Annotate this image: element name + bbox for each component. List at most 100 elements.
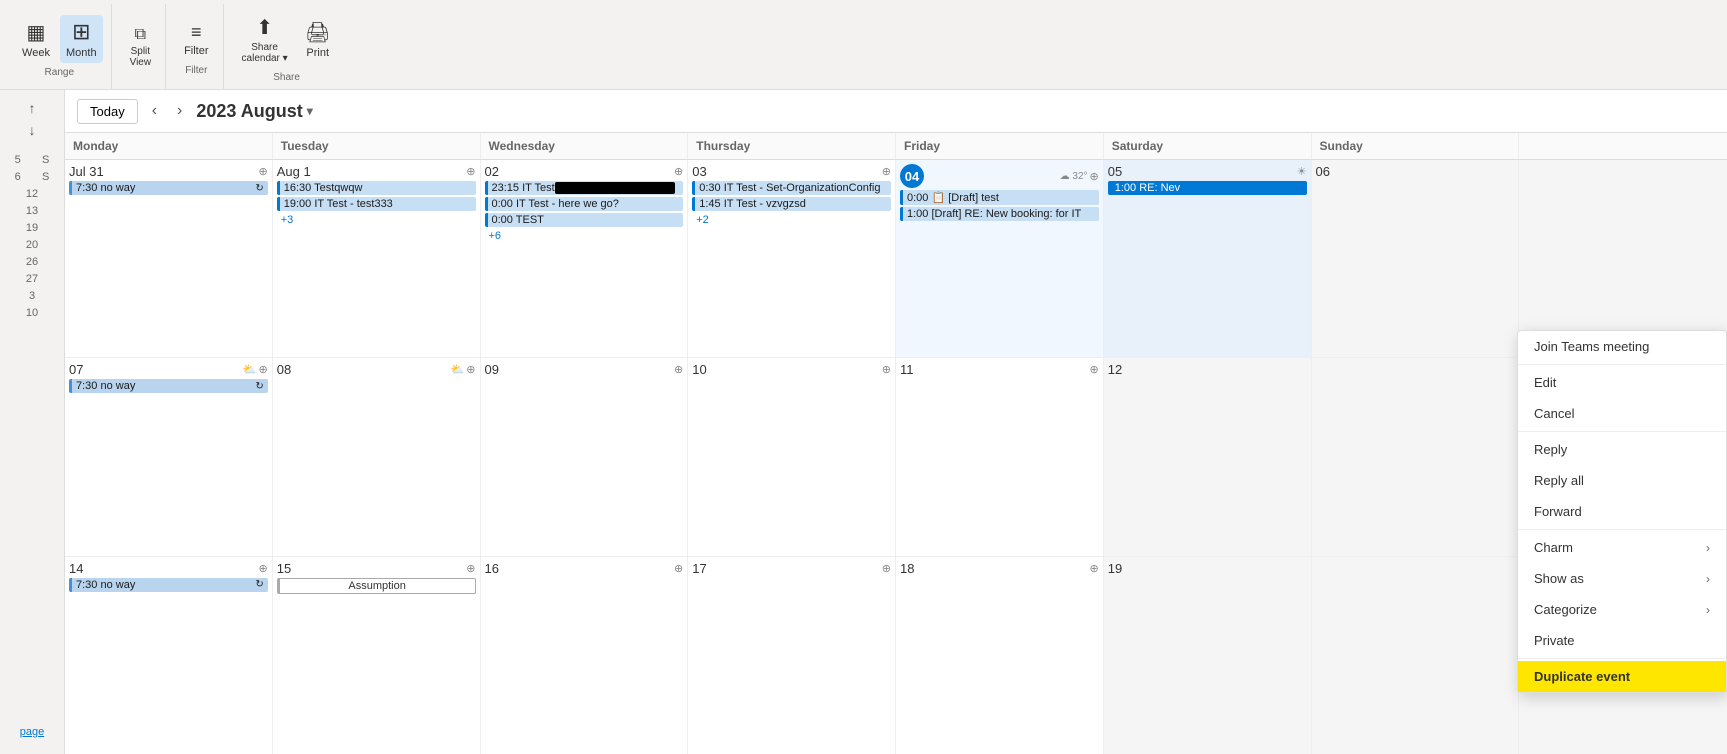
event-re-nev-selected[interactable]: 1:00 RE: Nev <box>1108 181 1307 195</box>
event-text: 7:30 no way <box>76 579 135 591</box>
event-draft-test[interactable]: 0:00 📋 [Draft] test <box>900 190 1099 205</box>
add-event-icon-aug14[interactable]: ⊕ <box>259 562 268 575</box>
split-buttons: ⧉ SplitView <box>124 22 158 72</box>
month-view-button[interactable]: ⊞ Month <box>60 15 103 63</box>
add-event-icon-aug3[interactable]: ⊕ <box>882 165 891 178</box>
add-event-icon-aug11[interactable]: ⊕ <box>1090 363 1099 376</box>
day-headers: Monday Tuesday Wednesday Thursday Friday… <box>65 133 1727 160</box>
ctx-charm[interactable]: Charm › <box>1518 532 1726 563</box>
more-link-aug3[interactable]: +2 <box>692 213 891 227</box>
ctx-private[interactable]: Private <box>1518 625 1726 656</box>
toolbar: ▦ Week ⊞ Month Range ⧉ SplitView <box>0 0 1727 90</box>
ctx-forward[interactable]: Forward <box>1518 496 1726 527</box>
cal-date-aug10: 10 ⊕ <box>692 362 891 377</box>
event-ittest-herewego[interactable]: 0:00 IT Test - here we go? <box>485 197 684 211</box>
cal-cell-aug12: 12 <box>1104 358 1312 555</box>
add-event-icon-aug2[interactable]: ⊕ <box>674 165 683 178</box>
event-730-noway-jul31[interactable]: 7:30 no way ↻ <box>69 181 268 195</box>
ctx-cancel[interactable]: Cancel <box>1518 398 1726 429</box>
event-orgconfig[interactable]: 0:30 IT Test - Set-OrganizationConfig <box>692 181 891 195</box>
date-num-aug15: 15 <box>277 561 291 576</box>
date-num-aug7: 07 <box>69 362 83 377</box>
event-ittest-redacted[interactable]: 23:15 IT Test <box>485 181 684 195</box>
prev-month-button[interactable]: ‹ <box>146 98 163 124</box>
event-730-noway-aug14[interactable]: 7:30 no way ↻ <box>69 578 268 592</box>
weather-info: ☁ 32° <box>1060 171 1088 182</box>
filter-label: Filter <box>184 45 208 57</box>
event-draft-re-new-booking[interactable]: 1:00 [Draft] RE: New booking: for IT <box>900 207 1099 221</box>
ctx-reply-all-label: Reply all <box>1534 473 1584 488</box>
cal-cell-jul31: Jul 31 ⊕ 7:30 no way ↻ <box>65 160 273 357</box>
ctx-categorize[interactable]: Categorize › <box>1518 594 1726 625</box>
cal-row-2: 07 ⛅ ⊕ 7:30 no way ↻ <box>65 358 1727 556</box>
today-button[interactable]: Today <box>77 99 138 124</box>
ctx-reply-all[interactable]: Reply all <box>1518 465 1726 496</box>
ctx-categorize-label: Categorize <box>1534 602 1597 617</box>
add-event-icon-aug7[interactable]: ⊕ <box>259 363 268 376</box>
add-event-icon-aug9[interactable]: ⊕ <box>674 363 683 376</box>
more-link-aug2[interactable]: +6 <box>485 229 684 243</box>
filter-button[interactable]: ≡ Filter <box>178 18 214 61</box>
date-num-aug3: 03 <box>692 164 706 179</box>
cal-date-aug4: 04 ☁ 32° ⊕ <box>900 164 1099 188</box>
cal-date-aug18: 18 ⊕ <box>900 561 1099 576</box>
add-event-icon-aug1[interactable]: ⊕ <box>466 165 475 178</box>
nav-up-arrow[interactable]: ↑ <box>23 98 42 118</box>
next-month-button[interactable]: › <box>171 98 188 124</box>
month-title[interactable]: 2023 August ▾ <box>196 101 312 122</box>
date-num-aug2: 02 <box>485 164 499 179</box>
event-730-noway-aug7[interactable]: 7:30 no way ↻ <box>69 379 268 393</box>
add-event-icon-aug4[interactable]: ⊕ <box>1090 170 1099 183</box>
ctx-duplicate-event[interactable]: Duplicate event <box>1518 661 1726 692</box>
main-layout: ↑ ↓ 5 S 6 S 12 13 19 <box>0 90 1727 754</box>
week-numbers: 5 S 6 S 12 13 19 20 <box>0 152 64 321</box>
add-event-icon-aug15[interactable]: ⊕ <box>466 562 475 575</box>
ctx-show-as[interactable]: Show as › <box>1518 563 1726 594</box>
ctx-edit[interactable]: Edit <box>1518 367 1726 398</box>
week-num-20: 20 <box>26 239 38 251</box>
cal-cell-aug13 <box>1312 358 1520 555</box>
week-num-6: 6 <box>15 171 21 183</box>
month-dropdown-arrow: ▾ <box>307 104 313 118</box>
add-event-icon-aug17[interactable]: ⊕ <box>882 562 891 575</box>
range-group-label: Range <box>45 67 74 78</box>
event-testqwqw[interactable]: 16:30 Testqwqw <box>277 181 476 195</box>
today-circle: 04 <box>900 164 924 188</box>
week-view-button[interactable]: ▦ Week <box>16 16 56 63</box>
week-num-5: 5 <box>15 154 21 166</box>
add-event-icon-aug16[interactable]: ⊕ <box>674 562 683 575</box>
add-event-icon-aug18[interactable]: ⊕ <box>1090 562 1099 575</box>
page-link[interactable]: page <box>18 724 46 740</box>
week-num-row: 19 <box>0 220 64 236</box>
add-event-icon-aug8[interactable]: ⊕ <box>466 363 475 376</box>
mini-nav-arrows: ↑ ↓ <box>23 98 42 140</box>
ctx-reply[interactable]: Reply <box>1518 434 1726 465</box>
share-calendar-button[interactable]: ⬆ Sharecalendar ▾ <box>236 11 294 68</box>
ctx-divider-1 <box>1518 364 1726 365</box>
event-vzvgzsd[interactable]: 1:45 IT Test - vzvgzsd <box>692 197 891 211</box>
event-test-aug2[interactable]: 0:00 TEST <box>485 213 684 227</box>
cal-cell-aug16: 16 ⊕ <box>481 557 689 754</box>
cal-date-aug15: 15 ⊕ <box>277 561 476 576</box>
split-view-button[interactable]: ⧉ SplitView <box>124 22 158 72</box>
nav-down-arrow[interactable]: ↓ <box>23 120 42 140</box>
week-num-row: 3 <box>0 288 64 304</box>
cal-date-aug9: 09 ⊕ <box>485 362 684 377</box>
week-icon: ▦ <box>27 20 46 45</box>
ctx-private-label: Private <box>1534 633 1574 648</box>
event-assumption[interactable]: Assumption <box>277 578 476 594</box>
toolbar-group-share: ⬆ Sharecalendar ▾ 🖨 Print Share <box>228 4 346 89</box>
print-button[interactable]: 🖨 Print <box>298 16 338 63</box>
week-num-row: 5 S <box>0 152 64 168</box>
cal-cell-aug10: 10 ⊕ <box>688 358 896 555</box>
event-test333[interactable]: 19:00 IT Test - test333 <box>277 197 476 211</box>
ctx-join-teams[interactable]: Join Teams meeting <box>1518 331 1726 362</box>
cal-date-aug11: 11 ⊕ <box>900 362 1099 377</box>
ctx-reply-label: Reply <box>1534 442 1567 457</box>
more-link-aug1[interactable]: +3 <box>277 213 476 227</box>
date-num-aug19: 19 <box>1108 561 1122 576</box>
day-header-thursday: Thursday <box>688 133 896 159</box>
add-event-icon-aug10[interactable]: ⊕ <box>882 363 891 376</box>
add-event-icon-jul31[interactable]: ⊕ <box>259 165 268 178</box>
week-num-19: 19 <box>26 222 38 234</box>
